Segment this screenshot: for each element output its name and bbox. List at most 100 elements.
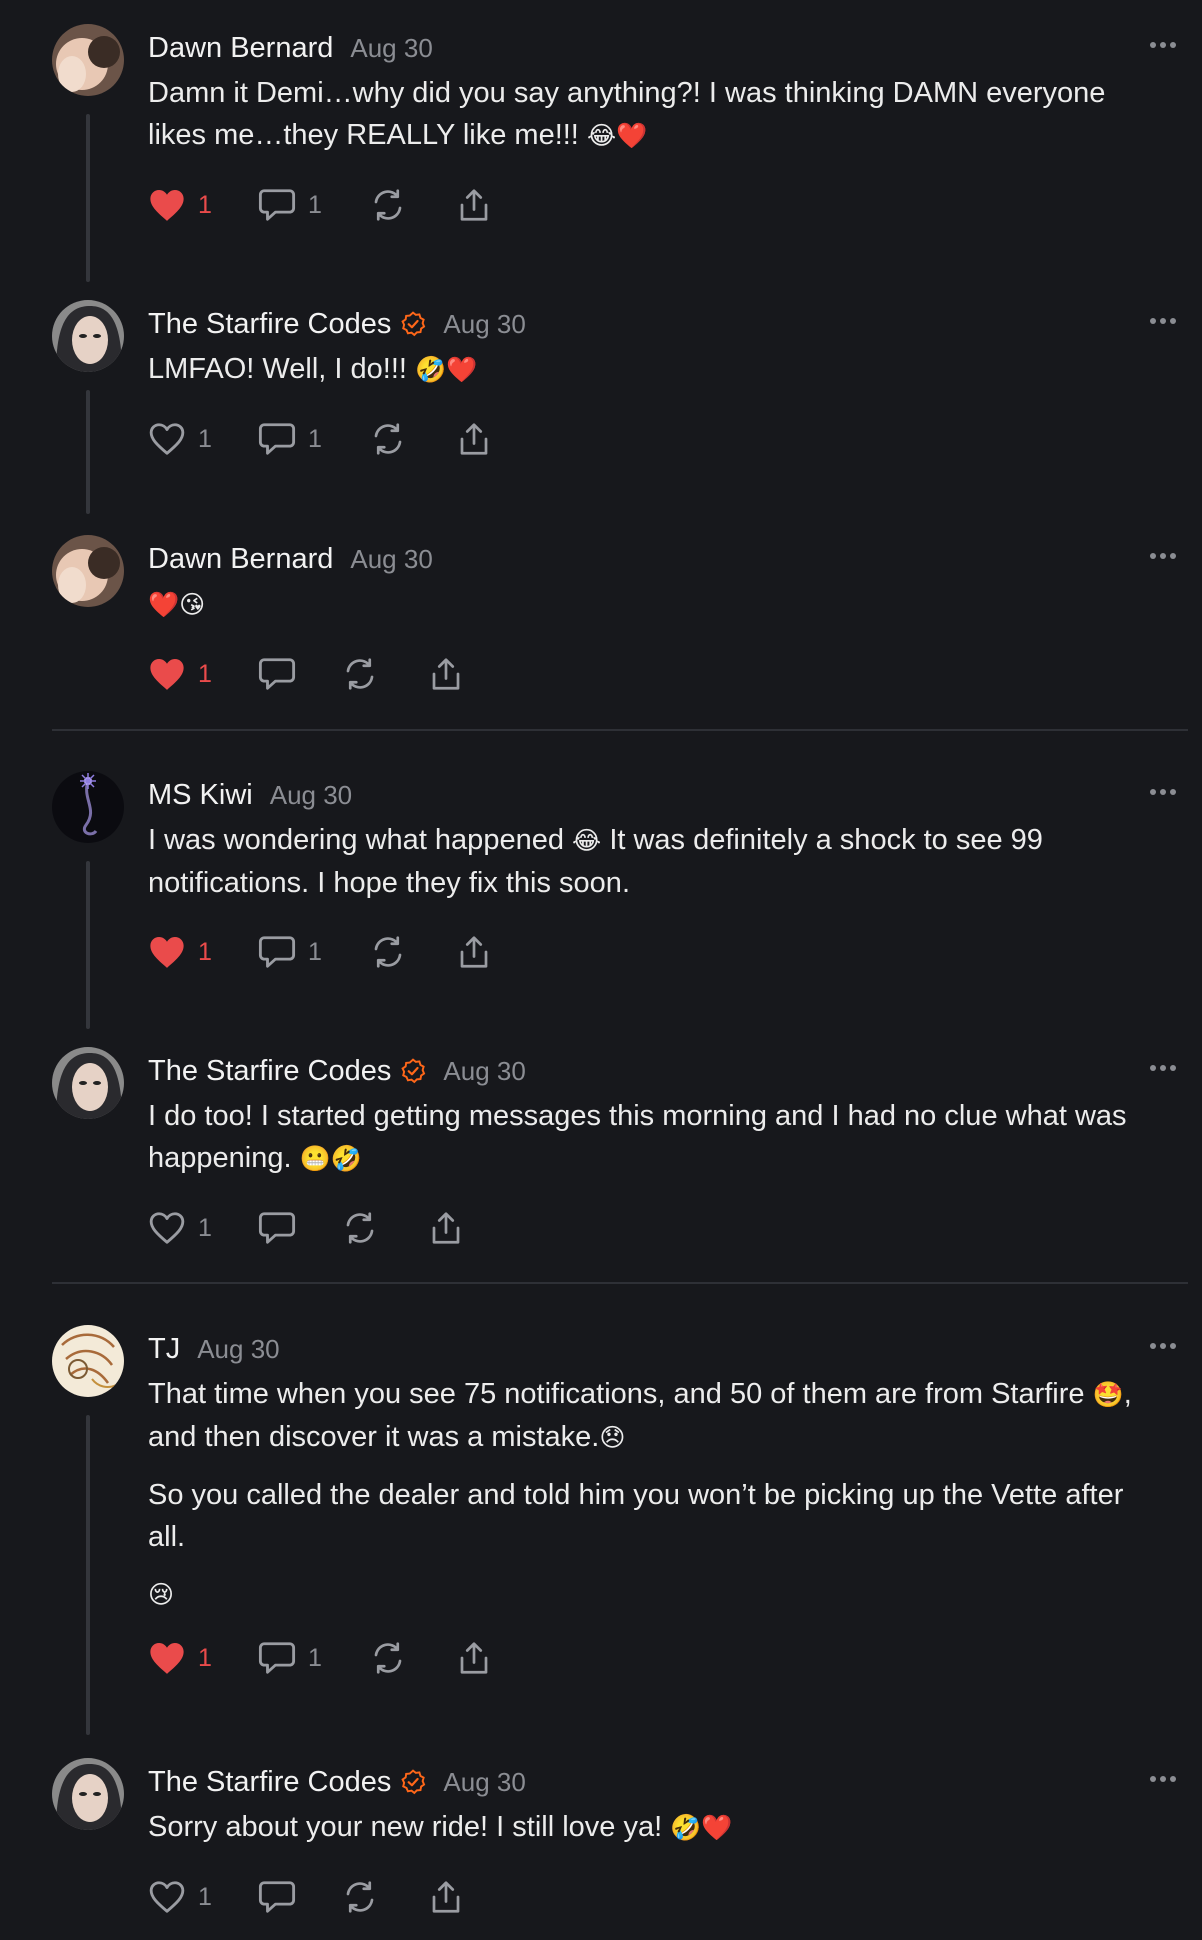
reply-button[interactable]: 1 [258, 419, 322, 459]
like-count: 1 [198, 1882, 212, 1911]
verified-icon [401, 1769, 426, 1795]
reply-button[interactable]: 1 [258, 1638, 322, 1678]
like-button[interactable]: 1 [148, 932, 212, 972]
share-button[interactable] [456, 1638, 492, 1678]
author-name[interactable]: TJ [148, 1333, 180, 1366]
share-icon [432, 1881, 460, 1913]
avatar[interactable] [52, 300, 124, 372]
reply-count: 1 [308, 424, 322, 453]
author-name[interactable]: The Starfire Codes [148, 1055, 391, 1088]
more-icon[interactable] [1148, 1063, 1178, 1073]
author-name[interactable]: Dawn Bernard [148, 543, 333, 576]
reply-button[interactable]: 1 [258, 185, 322, 225]
comment-body: I do too! I started getting messages thi… [148, 1100, 1127, 1174]
share-icon [460, 189, 488, 221]
comment-date: Aug 30 [443, 1055, 526, 1086]
verified-icon [401, 311, 426, 337]
reply-button[interactable] [258, 654, 296, 694]
restack-icon [346, 658, 374, 690]
comment-body: Damn it Demi…why did you say anything?! … [148, 77, 1106, 151]
author-name[interactable]: The Starfire Codes [148, 308, 391, 341]
restack-button[interactable] [342, 1208, 378, 1248]
restack-icon [374, 189, 402, 221]
heart-icon [150, 189, 184, 221]
reply-button[interactable] [258, 1877, 296, 1917]
share-icon [460, 423, 488, 455]
comment-body: I was wondering what happened 😂 It was d… [148, 824, 1043, 899]
comment-date: Aug 30 [269, 779, 353, 810]
share-button[interactable] [456, 932, 492, 972]
share-icon [460, 1642, 488, 1674]
more-icon[interactable] [1148, 40, 1178, 50]
verified-icon [401, 1058, 426, 1084]
author-name[interactable]: The Starfire Codes [148, 1766, 391, 1799]
comment-date: Aug 30 [197, 1333, 280, 1364]
heart-icon [149, 1881, 185, 1913]
reply-count: 1 [308, 1643, 322, 1672]
like-count: 1 [198, 190, 212, 219]
thread-divider [52, 729, 1188, 731]
share-button[interactable] [428, 654, 464, 694]
more-icon[interactable] [1148, 1341, 1178, 1351]
share-icon [432, 658, 460, 690]
restack-button[interactable] [370, 185, 406, 225]
comment-date: Aug 30 [443, 1766, 526, 1797]
avatar[interactable] [52, 1047, 124, 1119]
reply-count: 1 [308, 937, 322, 966]
more-icon[interactable] [1148, 1774, 1178, 1784]
comment-body: Sorry about your new ride! I still love … [148, 1811, 733, 1843]
like-button[interactable]: 1 [148, 419, 212, 459]
more-icon[interactable] [1148, 316, 1178, 326]
heart-icon [149, 1212, 185, 1244]
comment-date: Aug 30 [350, 32, 433, 63]
avatar[interactable] [52, 1758, 124, 1830]
share-button[interactable] [456, 419, 492, 459]
comment-body: That time when you see 75 notifications,… [148, 1378, 1132, 1609]
author-name[interactable]: Dawn Bernard [148, 32, 333, 65]
share-icon [432, 1212, 460, 1244]
reply-button[interactable] [258, 1208, 296, 1248]
like-button[interactable]: 1 [148, 185, 212, 225]
comment-body: ❤️😘 [148, 590, 206, 619]
share-button[interactable] [428, 1208, 464, 1248]
heart-icon [149, 423, 185, 455]
like-count: 1 [198, 1643, 212, 1672]
share-button[interactable] [428, 1877, 464, 1917]
restack-button[interactable] [370, 932, 406, 972]
avatar[interactable] [52, 535, 124, 607]
like-count: 1 [198, 424, 212, 453]
heart-icon [150, 658, 184, 690]
thread-line [86, 1415, 90, 1735]
like-count: 1 [198, 937, 212, 966]
thread-line [86, 390, 90, 514]
like-button[interactable]: 1 [148, 654, 212, 694]
reply-button[interactable]: 1 [258, 932, 322, 972]
like-count: 1 [198, 659, 212, 688]
like-button[interactable]: 1 [148, 1877, 212, 1917]
thread-line [86, 861, 90, 1029]
comment-icon [258, 189, 296, 221]
comment-icon [258, 423, 296, 455]
restack-button[interactable] [370, 1638, 406, 1678]
thread-line [86, 114, 90, 282]
restack-button[interactable] [370, 419, 406, 459]
thread-divider [52, 1282, 1188, 1284]
share-button[interactable] [456, 185, 492, 225]
like-button[interactable]: 1 [148, 1638, 212, 1678]
author-name[interactable]: MS Kiwi [148, 779, 253, 812]
comment-icon [258, 1642, 296, 1674]
like-button[interactable]: 1 [148, 1208, 212, 1248]
avatar[interactable] [52, 1325, 124, 1397]
more-icon[interactable] [1148, 787, 1178, 797]
comment-date: Aug 30 [443, 308, 526, 339]
restack-icon [374, 1642, 402, 1674]
restack-button[interactable] [342, 654, 378, 694]
restack-button[interactable] [342, 1877, 378, 1917]
more-icon[interactable] [1148, 551, 1178, 561]
avatar[interactable] [52, 771, 124, 843]
restack-icon [346, 1881, 374, 1913]
share-icon [460, 936, 488, 968]
restack-icon [374, 936, 402, 968]
comment-icon [258, 936, 296, 968]
avatar[interactable] [52, 24, 124, 96]
